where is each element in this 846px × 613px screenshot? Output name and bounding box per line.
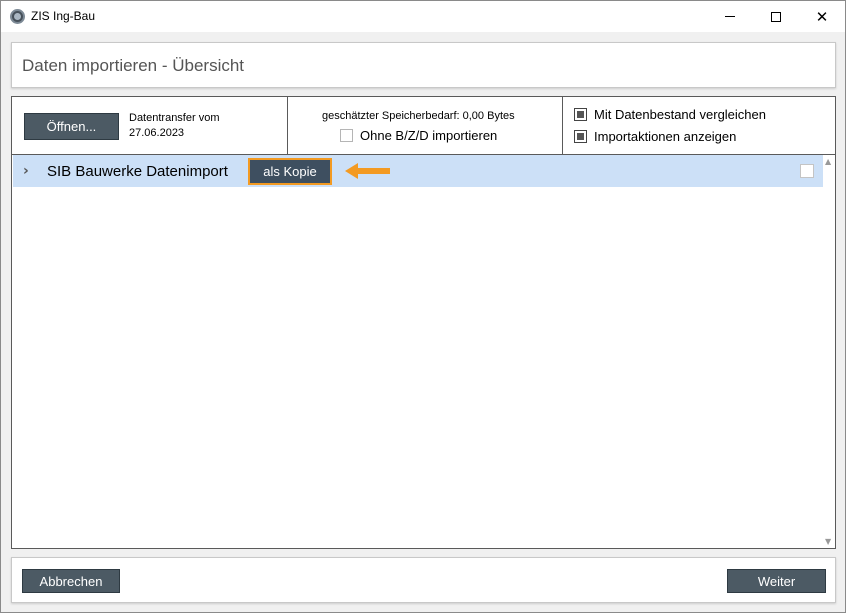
scroll-up-icon[interactable]: ▲	[825, 157, 831, 166]
highlight-arrow-icon	[345, 163, 390, 179]
minimize-icon	[725, 16, 735, 17]
list-item[interactable]: › SIB Bauwerke Datenimport als Kopie	[13, 155, 823, 187]
compare-data-checkbox[interactable]	[574, 108, 587, 121]
close-icon: ✕	[815, 7, 829, 26]
import-dialog-window: ZIS Ing-Bau ✕ Daten importieren - Übersi…	[0, 0, 846, 613]
window-title: ZIS Ing-Bau	[31, 9, 96, 23]
list-item-label: SIB Bauwerke Datenimport	[47, 163, 228, 180]
maximize-icon	[771, 11, 781, 22]
cancel-button[interactable]: Abbrechen	[22, 569, 120, 593]
toolbar-divider	[287, 97, 288, 155]
next-button[interactable]: Weiter	[727, 569, 826, 593]
header-panel: Daten importieren - Übersicht	[11, 42, 836, 88]
transfer-label: Datentransfer vom	[129, 112, 220, 124]
minimize-button[interactable]	[707, 1, 753, 32]
footer-panel: Abbrechen Weiter	[11, 557, 836, 603]
import-toolbar: Öffnen... Datentransfer vom 27.06.2023 g…	[12, 97, 835, 155]
maximize-button[interactable]	[753, 1, 799, 32]
compare-data-label[interactable]: Mit Datenbestand vergleichen	[594, 107, 766, 122]
import-overview-panel: Öffnen... Datentransfer vom 27.06.2023 g…	[11, 96, 836, 549]
as-copy-button[interactable]: als Kopie	[248, 158, 332, 185]
close-button[interactable]: ✕	[799, 1, 845, 32]
without-bzd-label[interactable]: Ohne B/Z/D importieren	[360, 128, 497, 143]
storage-estimate: geschätzter Speicherbedarf: 0,00 Bytes	[322, 110, 515, 122]
show-actions-checkbox[interactable]	[574, 130, 587, 143]
row-checkbox[interactable]	[800, 164, 814, 178]
toolbar-divider	[562, 97, 563, 155]
show-actions-label[interactable]: Importaktionen anzeigen	[594, 129, 736, 144]
without-bzd-checkbox[interactable]	[340, 129, 353, 142]
expand-chevron-icon[interactable]: ›	[23, 163, 29, 179]
transfer-date: 27.06.2023	[129, 127, 185, 139]
page-title: Daten importieren - Übersicht	[22, 56, 245, 75]
title-bar[interactable]: ZIS Ing-Bau ✕	[1, 1, 845, 32]
vertical-scrollbar[interactable]: ▲ ▼	[823, 155, 835, 548]
scroll-down-icon[interactable]: ▼	[825, 537, 831, 546]
open-button[interactable]: Öffnen...	[24, 113, 119, 140]
app-logo-icon	[10, 9, 25, 24]
